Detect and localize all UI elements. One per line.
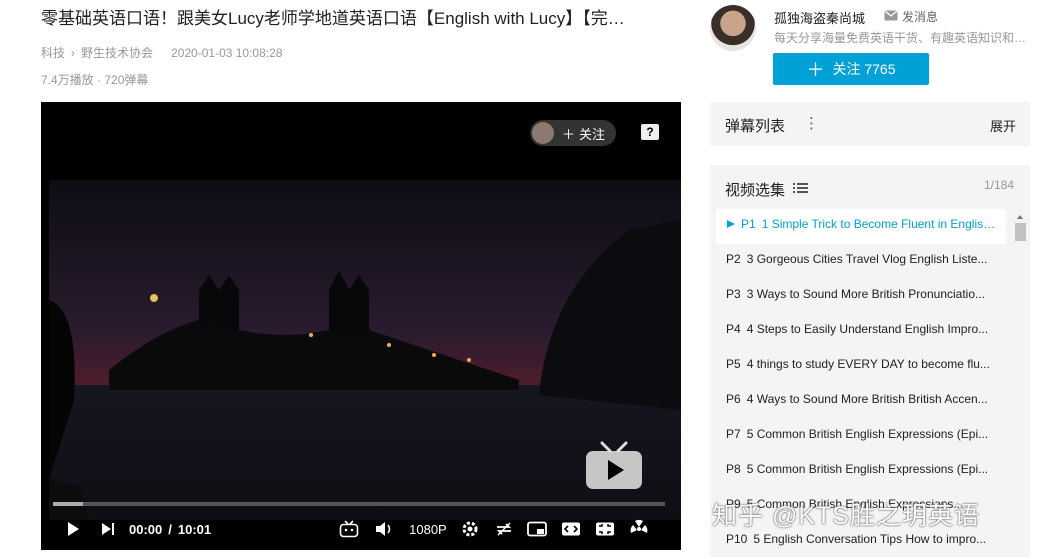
episode-number: P4 <box>726 322 741 336</box>
quality-selector[interactable]: 1080P <box>409 522 447 537</box>
danmaku-list-panel[interactable]: 弹幕列表 ⋮ 展开 <box>710 102 1030 146</box>
episode-title: 3 Ways to Sound More British Pronunciati… <box>746 287 986 301</box>
episode-title: 4 things to study EVERY DAY to become fl… <box>746 357 990 371</box>
scrollbar[interactable] <box>1014 209 1026 557</box>
episode-title: 5 English Conversation Tips How to impro… <box>753 532 987 546</box>
web-fullscreen-icon[interactable] <box>595 521 615 537</box>
subcategory-link[interactable]: 野生技术协会 <box>81 44 153 61</box>
widescreen-icon[interactable] <box>561 521 581 537</box>
category-link[interactable]: 科技 <box>41 44 65 61</box>
time-separator: / <box>168 521 172 537</box>
help-icon[interactable]: ? <box>641 124 659 140</box>
progress-fill <box>53 502 83 506</box>
list-icon[interactable] <box>793 181 809 198</box>
episode-number: P7 <box>726 427 741 441</box>
scrollbar-thumb[interactable] <box>1015 223 1026 241</box>
player-follow-button[interactable]: ＋ 关注 <box>530 120 616 146</box>
episode-item[interactable]: P5 4 things to study EVERY DAY to become … <box>716 349 1006 384</box>
playlist-label: 视频选集 <box>725 182 786 199</box>
current-time: 00:00 <box>129 521 163 537</box>
chevron-right-icon: › <box>71 45 76 60</box>
playing-icon <box>726 217 741 231</box>
uploader-name[interactable]: 孤独海盗秦尚城 <box>774 8 865 27</box>
episode-number: P5 <box>726 357 741 371</box>
episode-item[interactable]: P8 5 Common British English Expressions (… <box>716 454 1006 489</box>
next-icon[interactable] <box>101 522 115 536</box>
picture-in-picture-icon[interactable] <box>526 521 547 537</box>
send-message-link[interactable]: 发消息 <box>884 8 938 25</box>
more-vertical-icon[interactable]: ⋮ <box>804 114 819 132</box>
play-overlay-icon[interactable] <box>584 439 644 491</box>
control-bar: 00:00 / 10:01 1080P <box>41 514 681 544</box>
episode-item[interactable]: P2 3 Gorgeous Cities Travel Vlog English … <box>716 244 1006 279</box>
episode-number: P10 <box>726 532 748 546</box>
episode-title: 5 Common British English Expressions (Ep… <box>746 427 989 441</box>
publish-date: 2020-01-03 10:08:28 <box>171 45 283 60</box>
episode-item[interactable]: P4 4 Steps to Easily Understand English I… <box>716 314 1006 349</box>
play-icon[interactable] <box>65 521 81 537</box>
danmaku-icon[interactable] <box>339 520 359 538</box>
follow-button[interactable]: ＋ 关注 7765 <box>773 53 929 85</box>
video-title: 零基础英语口语！跟美女Lucy老师学地道英语口语【English with Lu… <box>41 9 625 28</box>
episode-item[interactable]: P1 1 Simple Trick to Become Fluent in Eng… <box>716 209 1006 244</box>
fullscreen-icon[interactable] <box>629 519 649 539</box>
mail-icon <box>884 10 898 24</box>
uploader-signature: 每天分享海量免费英语干货、有趣英语知识和… <box>774 31 1027 45</box>
scroll-up-icon[interactable] <box>1014 212 1026 222</box>
episode-title: 1 Simple Trick to Become Fluent in Engli… <box>761 217 1000 231</box>
episode-number: P8 <box>726 462 741 476</box>
playlist-count: 1/184 <box>983 178 1014 192</box>
uploader-avatar[interactable] <box>710 5 756 51</box>
send-message-label: 发消息 <box>902 10 939 24</box>
video-meta: 科技 › 野生技术协会 2020-01-03 10:08:28 <box>41 44 282 61</box>
avatar <box>532 122 554 144</box>
episode-title: 3 Gorgeous Cities Travel Vlog English Li… <box>746 252 988 266</box>
episode-number: P3 <box>726 287 741 301</box>
danmaku-list-label: 弹幕列表 <box>725 118 786 135</box>
plus-icon: ＋ <box>562 126 576 142</box>
video-stats: 7.4万播放 · 720弹幕 <box>41 73 149 87</box>
episode-item[interactable]: P3 3 Ways to Sound More British Pronuncia… <box>716 279 1006 314</box>
video-player[interactable]: ＋ 关注 ? 00:00 / 10:01 1080P <box>41 102 681 550</box>
follow-button-label: 关注 7765 <box>832 61 896 77</box>
loop-icon[interactable] <box>495 521 513 537</box>
volume-icon[interactable] <box>375 521 393 537</box>
plus-icon: ＋ <box>806 60 825 80</box>
watermark: 知乎 @KTS胜之玥英语 <box>712 502 980 530</box>
expand-button[interactable]: 展开 <box>990 116 1016 135</box>
episode-number: P1 <box>741 217 756 231</box>
episode-item[interactable]: P7 5 Common British English Expressions (… <box>716 419 1006 454</box>
follow-label: 关注 <box>579 126 606 142</box>
episode-title: 4 Steps to Easily Understand English Imp… <box>746 322 989 336</box>
episode-number: P6 <box>726 392 741 406</box>
duration: 10:01 <box>177 521 212 537</box>
episode-title: 5 Common British English Expressions (Ep… <box>746 462 989 476</box>
episode-number: P2 <box>726 252 741 266</box>
episode-title: 4 Ways to Sound More British British Acc… <box>746 392 988 406</box>
settings-icon[interactable] <box>461 520 479 538</box>
progress-bar[interactable] <box>53 502 665 506</box>
episode-item[interactable]: P6 4 Ways to Sound More British British A… <box>716 384 1006 419</box>
playlist-header: 视频选集 <box>725 179 809 200</box>
